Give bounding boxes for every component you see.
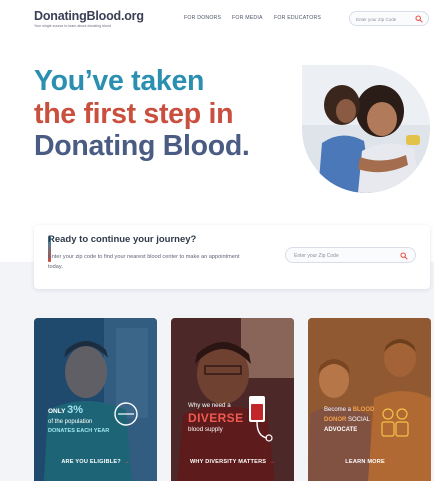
advocate-highlight-2: DONOR bbox=[324, 417, 347, 423]
card-eligibility[interactable]: ONLY 3% of the population DONATES EACH Y… bbox=[34, 318, 157, 481]
arrow-right-icon: → bbox=[387, 459, 394, 465]
search-icon[interactable] bbox=[400, 252, 408, 260]
diversity-line-1: Why we need a bbox=[188, 402, 231, 409]
hero-headline: You’ve taken the first step in Donating … bbox=[34, 65, 250, 163]
journey-description: Enter your zip code to find your nearest… bbox=[48, 254, 240, 270]
nav-for-media[interactable]: FOR MEDIA bbox=[232, 15, 263, 21]
diversity-highlight: DIVERSE bbox=[188, 411, 244, 425]
stat-line-3: DONATES EACH YEAR bbox=[48, 428, 110, 434]
link-label: LEARN MORE bbox=[345, 459, 385, 465]
logo-text: DonatingBlood.org bbox=[34, 9, 144, 23]
photo-smiling-man bbox=[171, 318, 294, 481]
card-diversity[interactable]: Why we need a DIVERSE blood supply WHY D… bbox=[171, 318, 294, 481]
stat-prefix: ONLY bbox=[48, 408, 66, 415]
advocate-line-1: Become a BLOOD bbox=[324, 407, 374, 413]
link-are-you-eligible[interactable]: ARE YOU ELIGIBLE? → bbox=[34, 459, 157, 465]
photo-smiling-donor bbox=[34, 318, 157, 481]
link-why-diversity-matters[interactable]: WHY DIVERSITY MATTERS → bbox=[171, 459, 294, 465]
hero-line-2: the first step in bbox=[34, 97, 234, 130]
advocate-line-3: ADVOCATE bbox=[324, 427, 358, 433]
advocate-text: Become a bbox=[324, 407, 352, 413]
arrow-right-icon: → bbox=[269, 459, 276, 465]
hero-line-3: Donating Blood. bbox=[34, 130, 250, 162]
card-social-advocate[interactable]: Become a BLOOD DONOR SOCIAL ADVOCATE LEA… bbox=[308, 318, 431, 481]
advocate-text-2: SOCIAL bbox=[348, 417, 371, 423]
advocate-line-2: DONOR SOCIAL bbox=[324, 417, 370, 423]
photo-group-of-people bbox=[308, 318, 431, 481]
advocate-highlight: BLOOD bbox=[352, 407, 375, 413]
nav-for-educators[interactable]: FOR EDUCATORS bbox=[274, 15, 321, 21]
search-icon[interactable] bbox=[415, 15, 423, 23]
hero-photo-hugging-family bbox=[302, 65, 430, 193]
site-header: DonatingBlood.org Your single source to … bbox=[0, 0, 434, 40]
stat-line-2: of the population bbox=[48, 419, 93, 425]
header-zip-input[interactable] bbox=[356, 15, 414, 23]
nav-for-donors[interactable]: FOR DONORS bbox=[184, 15, 221, 21]
link-learn-more[interactable]: LEARN MORE → bbox=[308, 459, 431, 465]
diversity-line-3: blood supply bbox=[188, 426, 223, 433]
logo-tagline: Your single source to learn about donati… bbox=[34, 24, 111, 28]
journey-title: Ready to continue your journey? bbox=[48, 234, 197, 245]
stat-value: 3% bbox=[67, 404, 84, 416]
header-zip-search bbox=[349, 11, 429, 26]
link-label: ARE YOU ELIGIBLE? bbox=[61, 459, 121, 465]
zip-code-input[interactable] bbox=[294, 252, 394, 260]
arrow-right-icon: → bbox=[123, 459, 130, 465]
hero-line-1: You’ve taken bbox=[34, 65, 205, 97]
site-logo[interactable]: DonatingBlood.org Your single source to … bbox=[34, 9, 144, 28]
link-label: WHY DIVERSITY MATTERS bbox=[189, 459, 267, 465]
zip-code-search bbox=[285, 247, 416, 263]
stat-line-1: ONLY 3% bbox=[48, 404, 84, 416]
